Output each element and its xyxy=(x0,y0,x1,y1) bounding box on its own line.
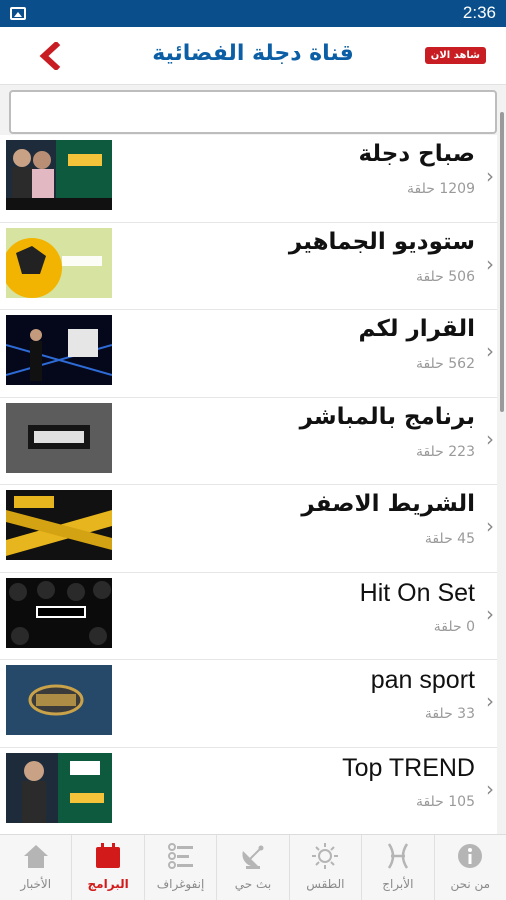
program-row[interactable]: الشريط الاصفر 45 حلقة › xyxy=(0,485,497,573)
chevron-right-icon: › xyxy=(486,426,494,451)
nav-weather[interactable]: الطقس xyxy=(288,835,361,900)
home-icon xyxy=(23,845,48,868)
program-name: ستوديو الجماهير xyxy=(288,228,475,255)
program-name: Top TREND xyxy=(342,753,475,782)
satellite-dish-icon xyxy=(242,845,264,869)
status-bar: 2:36 xyxy=(0,0,506,27)
chevron-right-icon: › xyxy=(486,689,494,713)
episode-count: 223 حلقة xyxy=(415,443,475,460)
nav-about[interactable]: من نحن xyxy=(433,835,506,900)
episode-count: 33 حلقة xyxy=(424,706,475,722)
program-thumbnail xyxy=(6,752,112,823)
episode-count: 0 حلقة xyxy=(433,618,475,635)
calendar-icon xyxy=(96,843,121,868)
episode-count: 45 حلقة xyxy=(424,531,475,547)
program-row[interactable]: ستوديو الجماهير 506 حلقة › xyxy=(0,222,497,310)
app-header: قناة دجلة الفضائية شاهد الان xyxy=(0,27,506,85)
chevron-right-icon: › xyxy=(486,514,494,538)
program-row[interactable]: القرار لكم 562 حلقة › xyxy=(0,310,497,398)
program-row[interactable]: Hit On Set 0 حلقة › xyxy=(0,572,497,660)
episode-count: 105 حلقة xyxy=(415,793,475,810)
program-row[interactable]: صباح دجلة 1209 حلقة › xyxy=(0,135,497,223)
nav-programs[interactable]: البرامج xyxy=(71,835,143,900)
chevron-right-icon: › xyxy=(486,776,494,801)
nav-infograph[interactable]: إنفوغراف xyxy=(143,835,216,900)
program-thumbnail xyxy=(6,315,112,385)
watch-now-button[interactable]: شاهد الان xyxy=(424,47,486,64)
chevron-right-icon: › xyxy=(486,601,494,626)
program-thumbnail xyxy=(6,665,112,735)
pisces-icon xyxy=(387,843,408,869)
program-row[interactable]: برنامج بالمباشر 223 حلقة › xyxy=(0,397,497,485)
program-thumbnail xyxy=(6,227,112,298)
nav-label: من نحن xyxy=(450,877,491,891)
program-name: برنامج بالمباشر xyxy=(299,403,475,430)
nav-label: البرامج xyxy=(87,877,129,891)
nav-label: الطقس xyxy=(306,877,345,891)
nav-label: بث حي xyxy=(234,877,272,891)
nav-horoscope[interactable]: الأبراج xyxy=(361,835,433,900)
episode-count: 1209 حلقة xyxy=(407,181,475,197)
program-thumbnail xyxy=(6,402,112,473)
nav-label: الأبراج xyxy=(382,877,414,891)
program-name: Hit On Set xyxy=(359,578,475,607)
search-input[interactable] xyxy=(9,90,497,134)
status-time: 2:36 xyxy=(462,3,496,22)
infograph-icon xyxy=(167,843,193,869)
episode-count: 506 حلقة xyxy=(415,268,475,285)
program-row[interactable]: Top TREND 105 حلقة › xyxy=(0,747,497,835)
nav-live[interactable]: بث حي xyxy=(216,835,288,900)
episode-count: 562 حلقة xyxy=(415,356,475,372)
chevron-right-icon: › xyxy=(486,339,494,363)
nav-label: الأخبار xyxy=(20,877,52,891)
nav-label: إنفوغراف xyxy=(156,877,205,891)
image-notification-icon xyxy=(10,7,26,20)
program-name: القرار لكم xyxy=(358,316,475,342)
scrollbar[interactable] xyxy=(500,112,504,412)
program-name: صباح دجلة xyxy=(358,141,475,167)
sun-icon xyxy=(312,843,339,869)
info-icon xyxy=(458,844,483,868)
program-thumbnail xyxy=(6,140,112,210)
program-thumbnail xyxy=(6,577,112,648)
program-name: الشريط الاصفر xyxy=(301,491,475,517)
chevron-right-icon: › xyxy=(486,251,494,276)
program-thumbnail xyxy=(6,490,112,560)
nav-news[interactable]: الأخبار xyxy=(0,835,71,900)
bottom-navigation: الأخبار البرامج إنفوغراف بث حي الطقس الأ… xyxy=(0,834,506,900)
program-list: صباح دجلة 1209 حلقة › ستوديو الجماهير 50… xyxy=(0,135,497,835)
chevron-right-icon: › xyxy=(486,164,494,188)
program-name: pan sport xyxy=(370,666,475,694)
program-row[interactable]: pan sport 33 حلقة › xyxy=(0,660,497,748)
